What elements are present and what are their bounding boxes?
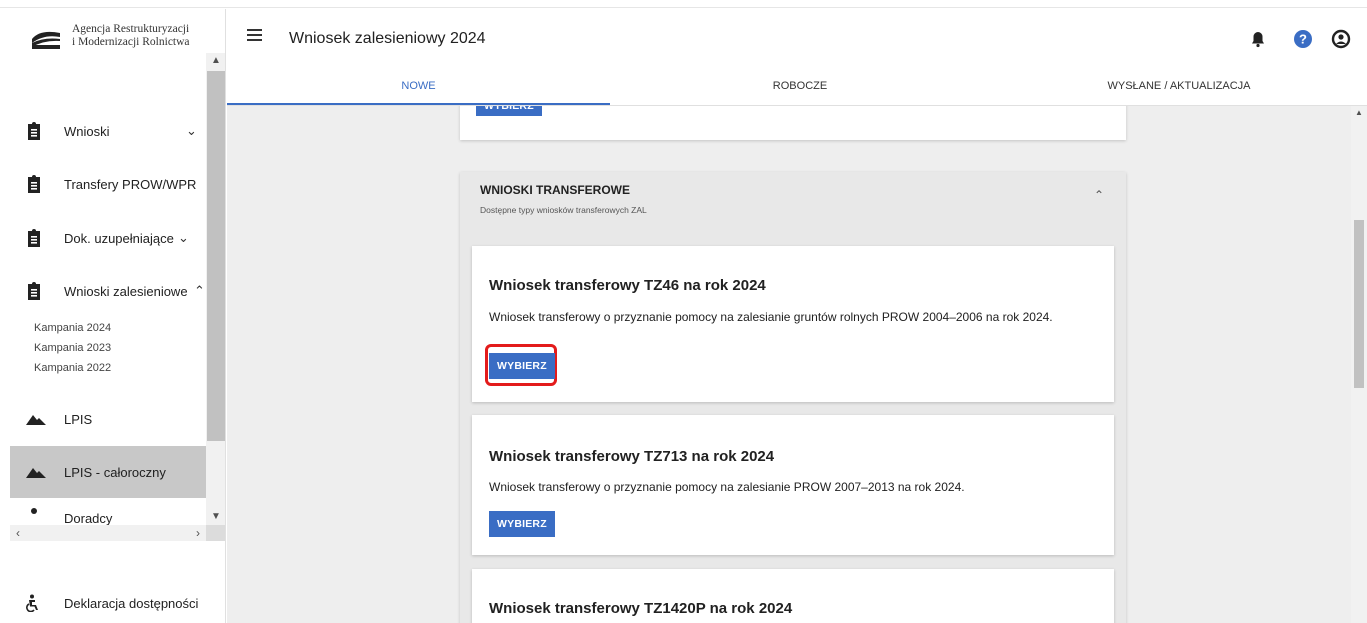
svg-text:?: ? xyxy=(1299,32,1307,47)
hamburger-menu-icon[interactable] xyxy=(247,29,263,43)
card-description: Wniosek transferowy o przyznanie pomocy … xyxy=(489,480,965,494)
sidebar-item-label: Wnioski xyxy=(64,123,110,139)
card-description: Wniosek transferowy o przyznanie pomocy … xyxy=(489,310,1053,324)
card-title: Wniosek transferowy TZ1420P na rok 2024 xyxy=(489,600,793,617)
tab-robocze[interactable]: ROBOCZE xyxy=(610,70,990,105)
sidebar-subitem-kampania-2024[interactable]: Kampania 2024 xyxy=(34,322,111,334)
card-title: Wniosek transferowy TZ713 na rok 2024 xyxy=(489,448,775,465)
panel-title: WNIOSKI TRANSFEROWE xyxy=(480,183,630,197)
sidebar-item-label: LPIS - całoroczny xyxy=(64,464,166,480)
sidebar-item-transfery[interactable]: Transfery PROW/WPR xyxy=(10,158,206,210)
wybierz-button[interactable]: WYBIERZ xyxy=(489,353,555,379)
panel-subtitle: Dostępne typy wniosków transferowych ZAL xyxy=(480,205,647,215)
previous-card: WYBIERZ xyxy=(460,106,1126,140)
chevron-down-icon: ⌄ xyxy=(186,123,197,138)
sidebar-vertical-scrollbar[interactable]: ▲ ▼ xyxy=(206,53,225,525)
scrollbar-thumb[interactable] xyxy=(1354,220,1364,388)
tab-bar: NOWE ROBOCZE WYSŁANE / AKTUALIZACJA xyxy=(227,70,1367,106)
sidebar-item-label: Dok. uzupełniające xyxy=(64,230,174,246)
app-header: Wniosek zalesieniowy 2024 ? xyxy=(227,9,1367,69)
sidebar-subitem-kampania-2022[interactable]: Kampania 2022 xyxy=(34,362,111,374)
sidebar-item-deklaracja-dostepnosci[interactable]: Deklaracja dostępności xyxy=(10,577,206,623)
sidebar-item-wnioski[interactable]: Wnioski ⌄ xyxy=(10,105,206,157)
sidebar-item-label: Wnioski zalesieniowe xyxy=(64,283,188,299)
sidebar-item-label: Deklaracja dostępności xyxy=(64,595,199,611)
app-window: Agencja Restrukturyzacji i Modernizacji … xyxy=(0,0,1367,623)
request-card-tz713: Wniosek transferowy TZ713 na rok 2024 Wn… xyxy=(472,415,1114,555)
clipboard-icon xyxy=(28,282,40,300)
scroll-up-icon[interactable]: ▲ xyxy=(206,53,225,69)
sidebar-item-label: LPIS xyxy=(64,411,93,427)
clipboard-icon xyxy=(28,175,40,193)
request-card-tz1420p: Wniosek transferowy TZ1420P na rok 2024 xyxy=(472,569,1114,623)
main-vertical-scrollbar[interactable]: ▲ xyxy=(1351,106,1367,623)
chevron-up-icon[interactable]: ⌃ xyxy=(1094,188,1104,202)
sidebar-item-dok-uzupelniajace[interactable]: Dok. uzupełniające ⌄ xyxy=(10,212,206,264)
sidebar-subitem-kampania-2023[interactable]: Kampania 2023 xyxy=(34,342,111,354)
sidebar-item-lpis-caloroczny[interactable]: LPIS - całoroczny xyxy=(10,446,206,498)
scrollbar-corner xyxy=(206,525,225,541)
sidebar: Agencja Restrukturyzacji i Modernizacji … xyxy=(10,9,226,623)
logo[interactable]: Agencja Restrukturyzacji i Modernizacji … xyxy=(24,21,224,61)
request-card-tz46: Wniosek transferowy TZ46 na rok 2024 Wni… xyxy=(472,246,1114,402)
clipboard-icon xyxy=(28,122,40,140)
scroll-up-icon[interactable]: ▲ xyxy=(1351,106,1367,120)
scroll-right-icon[interactable]: › xyxy=(190,525,206,541)
dot-icon xyxy=(31,508,37,514)
transfer-requests-panel: WNIOSKI TRANSFEROWE Dostępne typy wniosk… xyxy=(460,172,1126,623)
bell-icon[interactable] xyxy=(1248,29,1268,49)
sidebar-item-label: Transfery PROW/WPR xyxy=(64,176,197,192)
logo-text: Agencja Restrukturyzacji i Modernizacji … xyxy=(72,23,190,48)
main-content: WYBIERZ WNIOSKI TRANSFEROWE Dostępne typ… xyxy=(227,106,1351,623)
account-icon[interactable] xyxy=(1331,29,1351,49)
accessibility-icon xyxy=(26,594,38,612)
window-top-edge xyxy=(0,0,1367,8)
chevron-up-icon: ⌃ xyxy=(194,283,205,298)
arimr-logo-icon xyxy=(32,31,60,49)
wybierz-button[interactable]: WYBIERZ xyxy=(476,106,542,116)
tab-nowe[interactable]: NOWE xyxy=(227,70,610,105)
tab-wyslane-aktualizacja[interactable]: WYSŁANE / AKTUALIZACJA xyxy=(990,70,1367,105)
sidebar-item-label: Doradcy xyxy=(64,511,113,526)
mountain-icon xyxy=(26,468,46,478)
chevron-down-icon: ⌄ xyxy=(178,230,189,245)
sidebar-item-wnioski-zalesieniowe[interactable]: Wnioski zalesieniowe ⌃ xyxy=(10,265,206,317)
sidebar-item-lpis[interactable]: LPIS xyxy=(10,393,206,445)
scroll-left-icon[interactable]: ‹ xyxy=(10,525,26,541)
scroll-down-icon[interactable]: ▼ xyxy=(206,509,225,525)
mountain-icon xyxy=(26,415,46,425)
card-title: Wniosek transferowy TZ46 na rok 2024 xyxy=(489,277,766,294)
wybierz-button[interactable]: WYBIERZ xyxy=(489,511,555,537)
scrollbar-thumb[interactable] xyxy=(207,71,225,441)
page-title: Wniosek zalesieniowy 2024 xyxy=(289,30,486,47)
help-icon[interactable]: ? xyxy=(1293,29,1313,49)
sidebar-horizontal-scrollbar[interactable]: ‹ › xyxy=(10,525,206,541)
clipboard-icon xyxy=(28,229,40,247)
